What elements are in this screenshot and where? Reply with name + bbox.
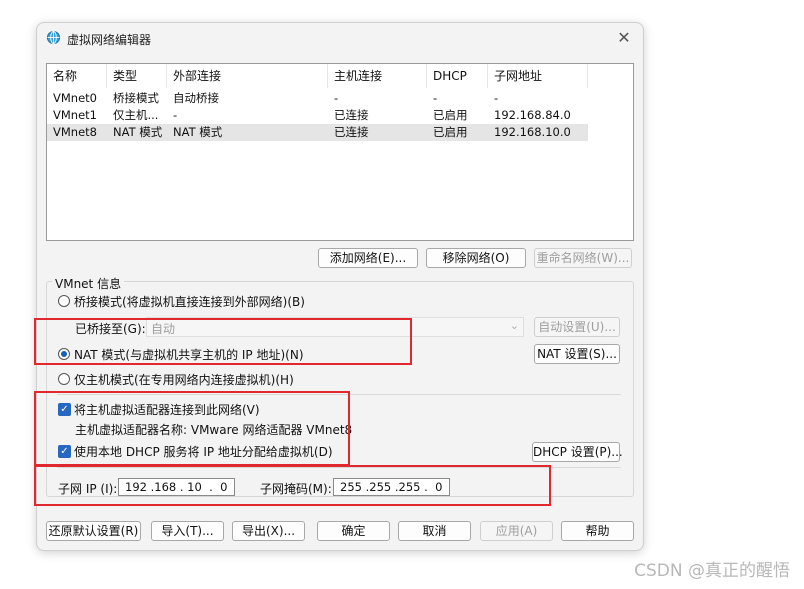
- column-header-dhcp[interactable]: DHCP: [427, 64, 488, 88]
- cell-host: 已连接: [334, 108, 369, 122]
- cell-dhcp: 已启用: [433, 108, 468, 122]
- title-bar: 虚拟网络编辑器 ✕: [37, 23, 643, 53]
- auto-settings-button[interactable]: 自动设置(U)...: [534, 317, 620, 337]
- column-header-host[interactable]: 主机连接: [328, 64, 427, 88]
- globe-network-icon: [46, 30, 61, 45]
- column-header-type[interactable]: 类型: [107, 64, 167, 88]
- dhcp-settings-button[interactable]: DHCP 设置(P)...: [532, 442, 623, 462]
- cell-subnet: -: [494, 91, 499, 105]
- vmnet-info-label: VMnet 信息: [52, 275, 125, 292]
- table-row[interactable]: VMnet1 仅主机... - 已连接 已启用 192.168.84.0: [47, 107, 588, 124]
- highlight-box: [34, 391, 350, 466]
- column-header-subnet[interactable]: 子网地址: [488, 64, 588, 88]
- window-title: 虚拟网络编辑器: [67, 33, 152, 47]
- column-header-name[interactable]: 名称: [47, 64, 107, 88]
- host-only-radio[interactable]: [58, 373, 70, 385]
- close-icon[interactable]: ✕: [613, 27, 635, 49]
- cell-name: VMnet8: [53, 125, 97, 139]
- network-list[interactable]: 名称 类型 外部连接 主机连接 DHCP 子网地址 VMnet0 桥接模式 自动…: [46, 63, 634, 241]
- cell-external: NAT 模式: [173, 125, 223, 139]
- cancel-button[interactable]: 取消: [398, 521, 471, 541]
- cell-name: VMnet1: [53, 108, 97, 122]
- cell-type: NAT 模式: [113, 125, 163, 139]
- cell-dhcp: -: [433, 91, 438, 105]
- help-button[interactable]: 帮助: [561, 521, 634, 541]
- nat-settings-button[interactable]: NAT 设置(S)...: [534, 344, 620, 364]
- cell-name: VMnet0: [53, 91, 97, 105]
- import-button[interactable]: 导入(T)...: [151, 521, 224, 541]
- export-button[interactable]: 导出(X)...: [232, 521, 305, 541]
- cell-host: 已连接: [334, 125, 369, 139]
- highlight-box: [34, 465, 551, 506]
- remove-network-button[interactable]: 移除网络(O): [426, 248, 526, 268]
- cell-external: 自动桥接: [173, 91, 219, 105]
- restore-defaults-button[interactable]: 还原默认设置(R): [46, 521, 141, 541]
- cell-dhcp: 已启用: [433, 125, 468, 139]
- bridge-mode-radio[interactable]: [58, 295, 70, 307]
- table-row[interactable]: VMnet0 桥接模式 自动桥接 - - -: [47, 90, 588, 107]
- column-header-external[interactable]: 外部连接: [167, 64, 328, 88]
- table-row-selected[interactable]: VMnet8 NAT 模式 NAT 模式 已连接 已启用 192.168.10.…: [47, 124, 588, 141]
- cell-subnet: 192.168.10.0: [494, 125, 571, 139]
- rename-network-button[interactable]: 重命名网络(W)...: [534, 248, 632, 268]
- cell-external: -: [173, 108, 178, 122]
- highlight-box: [34, 318, 412, 365]
- ok-button[interactable]: 确定: [317, 521, 390, 541]
- cell-type: 桥接模式: [113, 91, 159, 105]
- cell-host: -: [334, 91, 339, 105]
- apply-button[interactable]: 应用(A): [480, 521, 553, 541]
- add-network-button[interactable]: 添加网络(E)...: [318, 248, 418, 268]
- chevron-down-icon: ⌄: [509, 319, 519, 332]
- watermark: CSDN @真正的醒悟: [634, 561, 790, 581]
- cell-type: 仅主机...: [113, 108, 159, 122]
- host-only-label[interactable]: 仅主机模式(在专用网络内连接虚拟机)(H): [74, 371, 294, 388]
- list-header: 名称 类型 外部连接 主机连接 DHCP 子网地址: [47, 64, 633, 88]
- bridge-mode-label[interactable]: 桥接模式(将虚拟机直接连接到外部网络)(B): [74, 293, 305, 310]
- cell-subnet: 192.168.84.0: [494, 108, 571, 122]
